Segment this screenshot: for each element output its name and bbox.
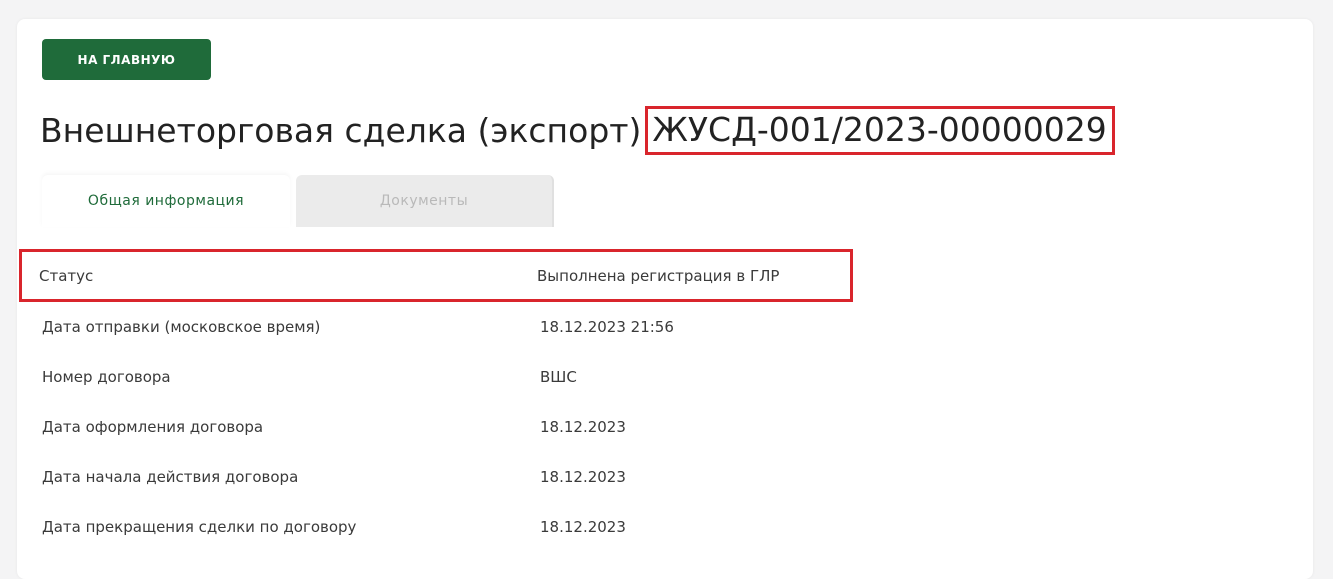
detail-value: 18.12.2023 — [540, 518, 626, 536]
detail-row-contract-start: Дата начала действия договора 18.12.2023 — [22, 452, 922, 502]
detail-value: 18.12.2023 21:56 — [540, 318, 674, 336]
detail-row-status: Статус Выполнена регистрация в ГЛР — [19, 249, 853, 302]
tab-documents[interactable]: Документы — [296, 175, 554, 227]
detail-value: ВШС — [540, 368, 577, 386]
detail-label: Дата отправки (московское время) — [42, 318, 321, 336]
details-list: Статус Выполнена регистрация в ГЛР Дата … — [19, 249, 922, 552]
detail-value: 18.12.2023 — [540, 468, 626, 486]
tab-general-info[interactable]: Общая информация — [42, 175, 290, 227]
detail-row-contract-end: Дата прекращения сделки по договору 18.1… — [22, 502, 922, 552]
detail-row-send-date: Дата отправки (московское время) 18.12.2… — [22, 302, 922, 352]
detail-label: Дата оформления договора — [42, 418, 264, 436]
document-number: ЖУСД-001/2023-00000029 — [645, 105, 1115, 155]
detail-row-contract-date: Дата оформления договора 18.12.2023 — [22, 402, 922, 452]
detail-value: Выполнена регистрация в ГЛР — [537, 266, 780, 285]
detail-label: Статус — [39, 266, 94, 285]
home-button[interactable]: НА ГЛАВНУЮ — [42, 39, 211, 80]
detail-value: 18.12.2023 — [540, 418, 626, 436]
detail-label: Дата прекращения сделки по договору — [42, 518, 357, 536]
page-title: Внешнеторговая сделка (экспорт) ЖУСД-001… — [40, 105, 1115, 155]
detail-label: Дата начала действия договора — [42, 468, 299, 486]
detail-row-contract-number: Номер договора ВШС — [22, 352, 922, 402]
page-title-prefix: Внешнеторговая сделка (экспорт) — [40, 110, 642, 150]
tab-bar: Общая информация Документы — [42, 175, 554, 227]
detail-label: Номер договора — [42, 368, 171, 386]
